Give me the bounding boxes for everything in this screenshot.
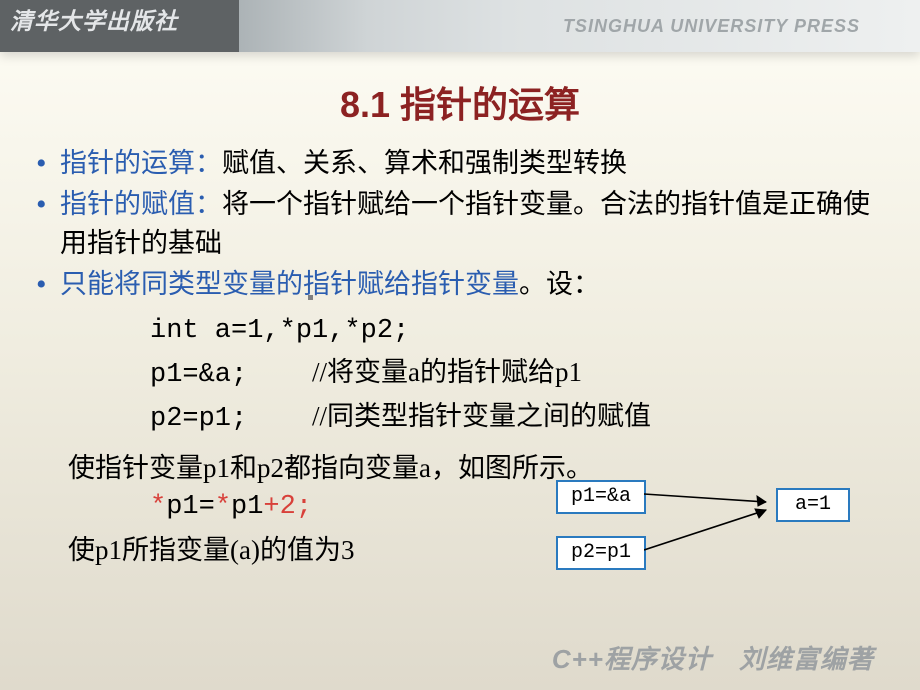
code-line-1: int a=1,*p1,*p2; — [150, 311, 920, 352]
bullet-1-rest: 赋值、关系、算术和强制类型转换 — [222, 148, 627, 178]
header-bar: 清华大学出版社 TSINGHUA UNIVERSITY PRESS — [0, 0, 920, 52]
bullet-1: 指针的运算：赋值、关系、算术和强制类型转换 — [30, 144, 882, 183]
bullet-list: 指针的运算：赋值、关系、算术和强制类型转换 指针的赋值：将一个指针赋给一个指针变… — [30, 144, 882, 305]
bullet-1-lead: 指针的运算： — [60, 148, 222, 178]
code-line-3: p2=p1; //同类型指针变量之间的赋值 — [150, 396, 920, 440]
expr-mid2: p1 — [231, 492, 263, 522]
arrow-p2-to-a — [644, 504, 776, 560]
star-1: * — [150, 492, 166, 522]
slide-title: 8.1 指针的运算 — [0, 76, 920, 128]
bullet-3: 只能将同类型变量的指针赋给指针变量。设： — [30, 265, 882, 304]
diagram-box-p2: p2=p1 — [556, 536, 646, 570]
bullet-3-rest: 。设： — [519, 269, 600, 299]
code-line-3-code: p2=p1; — [150, 404, 247, 434]
bullet-2: 指针的赋值：将一个指针赋给一个指针变量。合法的指针值是正确使用指针的基础 — [30, 185, 882, 263]
bullet-3-lead: 只能将同类型变量的指针赋给指针变量 — [60, 269, 519, 299]
code-line-2-comment: //将变量a的指针赋给p1 — [312, 357, 582, 387]
star-2: * — [215, 492, 231, 522]
footer-credit: C++程序设计 刘维富编著 — [552, 639, 874, 676]
bullet-2-lead: 指针的赋值： — [60, 189, 222, 219]
publisher-name: 清华大学出版社 — [10, 2, 178, 36]
diagram-box-a: a=1 — [776, 488, 850, 522]
marker-dot — [308, 295, 313, 300]
pointer-diagram: p1=&a p2=p1 a=1 — [556, 480, 896, 580]
publisher-en: TSINGHUA UNIVERSITY PRESS — [563, 16, 860, 37]
code-line-2-code: p1=&a; — [150, 360, 247, 390]
expr-mid1: p1= — [166, 492, 215, 522]
code-block: int a=1,*p1,*p2; p1=&a; //将变量a的指针赋给p1 p2… — [150, 311, 920, 440]
diagram-box-p1: p1=&a — [556, 480, 646, 514]
code-line-2: p1=&a; //将变量a的指针赋给p1 — [150, 352, 920, 396]
code-line-3-comment: //同类型指针变量之间的赋值 — [312, 401, 651, 431]
expr-tail: +2; — [263, 492, 312, 522]
